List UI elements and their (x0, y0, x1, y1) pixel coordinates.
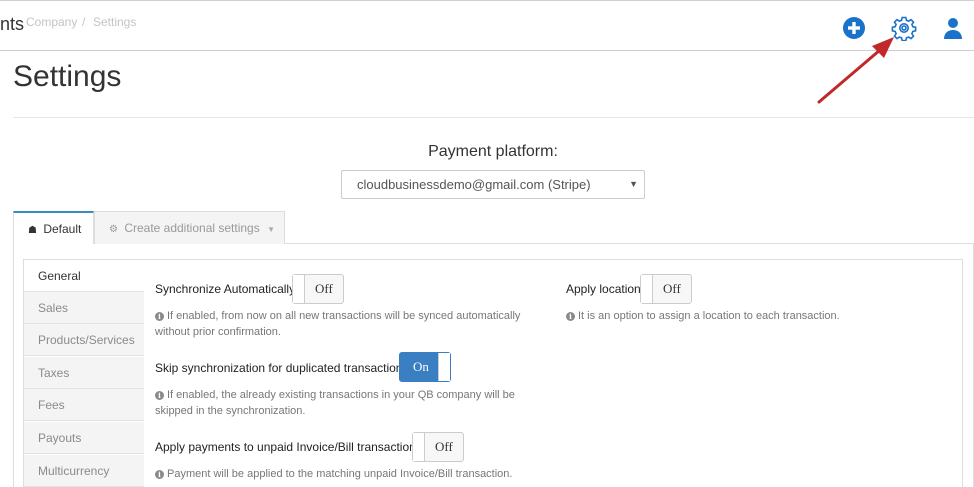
user-icon[interactable] (940, 15, 966, 41)
toggle-state: Off (663, 281, 681, 296)
sidebar-item-payouts[interactable]: Payouts (24, 422, 144, 454)
sync-auto-help-line1: If enabled, from now on all new transact… (167, 310, 521, 322)
sync-auto-label: Synchronize Automatically (155, 282, 296, 296)
skip-duplicates-help-line2: skipped in the synchronization. (155, 405, 306, 417)
info-icon: i (155, 312, 164, 321)
tab-create-label: Create additional settings (124, 221, 260, 235)
toggle-state: Off (315, 281, 333, 296)
title-divider (13, 117, 974, 118)
breadcrumb-separator: / (82, 15, 86, 29)
skip-duplicates-label: Skip synchronization for duplicated tran… (155, 361, 409, 375)
skip-duplicates-help: i If enabled, the already existing transa… (155, 387, 515, 419)
sidebar-item-sales[interactable]: Sales (24, 292, 144, 324)
apply-location-label: Apply location (566, 282, 641, 296)
sidebar-item-taxes[interactable]: Taxes (24, 357, 144, 389)
apply-payments-help: i Payment will be applied to the matching… (155, 466, 512, 482)
sidebar-item-products-services[interactable]: Products/Services (24, 324, 144, 356)
toggle-state: Off (435, 439, 453, 454)
tab-default[interactable]: ☗ Default (13, 211, 94, 244)
plus-circle-icon[interactable] (841, 15, 867, 41)
info-icon: i (155, 391, 164, 400)
payment-platform-select[interactable]: cloudbusinessdemo@gmail.com (Stripe) ▼ (341, 170, 645, 199)
page-title: Settings (13, 60, 122, 93)
payment-platform-value: cloudbusinessdemo@gmail.com (Stripe) (357, 177, 591, 192)
apply-payments-toggle[interactable]: Off (412, 432, 464, 462)
breadcrumb-company[interactable]: Company (26, 15, 77, 29)
breadcrumb-settings: Settings (93, 15, 137, 29)
caret-down-icon: ▼ (629, 179, 638, 189)
apply-location-toggle[interactable]: Off (640, 274, 692, 304)
tab-create-additional-settings[interactable]: ⚙ Create additional settings ▼ (94, 211, 285, 244)
tab-default-label: Default (43, 222, 82, 236)
apply-location-help-line1: It is an option to assign a location to … (578, 310, 840, 322)
home-icon: ☗ (28, 225, 37, 236)
top-navbar: nts Company / Settings (0, 0, 974, 51)
gear-small-icon: ⚙ (109, 224, 118, 235)
skip-duplicates-toggle[interactable]: On (399, 352, 451, 382)
toggle-state: On (413, 359, 429, 374)
sidebar-item-fees[interactable]: Fees (24, 389, 144, 421)
apply-payments-label: Apply payments to unpaid Invoice/Bill tr… (155, 440, 422, 454)
caret-down-icon: ▼ (267, 225, 275, 234)
info-icon: i (566, 312, 575, 321)
app-title[interactable]: nts (0, 14, 24, 35)
sidebar-item-general[interactable]: General (24, 260, 144, 292)
sync-auto-toggle[interactable]: Off (292, 274, 344, 304)
gear-icon[interactable] (891, 15, 917, 41)
apply-payments-help-line1: Payment will be applied to the matching … (167, 468, 513, 480)
toggle-knob (413, 433, 425, 461)
info-icon: i (155, 470, 164, 479)
apply-location-help: i It is an option to assign a location to… (566, 308, 840, 324)
sync-auto-help: i If enabled, from now on all new transac… (155, 308, 520, 340)
payment-platform-label: Payment platform: (428, 143, 558, 160)
toggle-knob (438, 353, 450, 381)
sidebar-item-multicurrency[interactable]: Multicurrency (24, 455, 144, 487)
sync-auto-help-line2: without prior confirmation. (155, 326, 281, 338)
skip-duplicates-help-line1: If enabled, the already existing transac… (167, 389, 515, 401)
toggle-knob (641, 275, 653, 303)
toggle-knob (293, 275, 305, 303)
